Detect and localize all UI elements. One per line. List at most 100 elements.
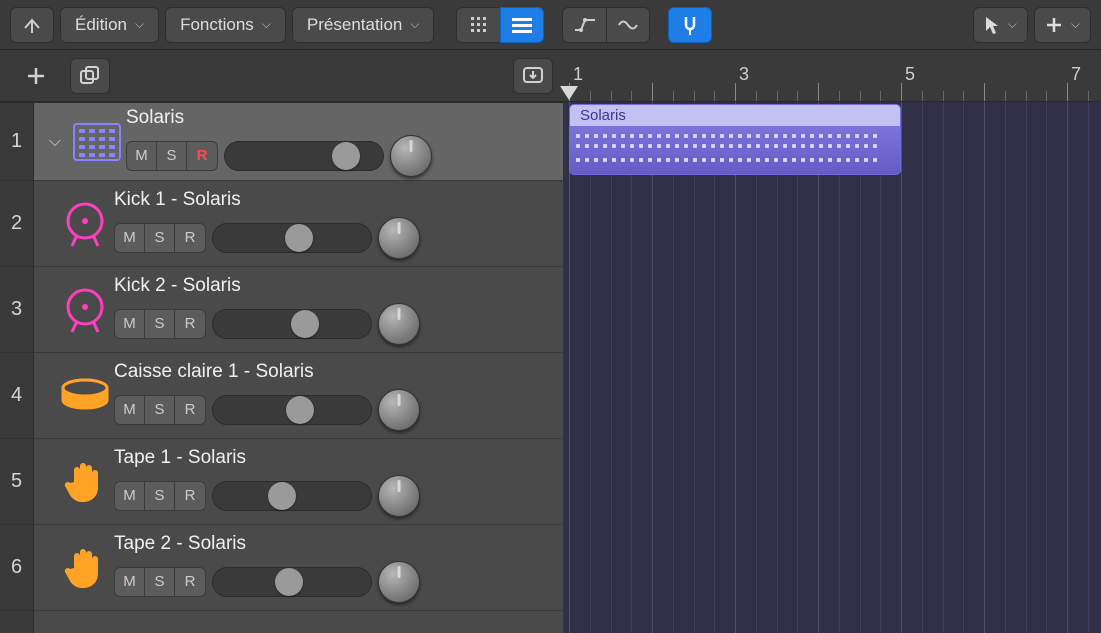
sub-track-header[interactable]: Kick 2 - Solaris M S R (34, 267, 563, 353)
import-button[interactable] (513, 58, 553, 94)
mute-button[interactable]: M (127, 142, 157, 170)
sub-track-header[interactable]: Caisse claire 1 - Solaris M S R (34, 353, 563, 439)
track-name: Tape 1 - Solaris (114, 447, 553, 469)
main-area: 123456 ⌵ Solaris M S R Kick 1 - Solaris … (0, 50, 1101, 633)
mute-button[interactable]: M (115, 224, 145, 252)
msr-group: M S R (114, 395, 206, 425)
pointer-tool-menu[interactable]: ⌵ (973, 7, 1028, 43)
track-number-column: 123456 (0, 103, 34, 633)
duplicate-icon (79, 66, 101, 86)
track-name: Tape 2 - Solaris (114, 533, 553, 555)
pan-knob[interactable] (378, 561, 420, 603)
pan-knob[interactable] (378, 217, 420, 259)
secondary-tool-menu[interactable]: ⌵ (1034, 7, 1091, 43)
chevron-down-icon: ⌵ (262, 17, 271, 32)
track-number[interactable]: 3 (0, 267, 33, 353)
solo-button[interactable]: S (145, 568, 175, 596)
snap-button[interactable] (668, 7, 712, 43)
solo-button[interactable]: S (145, 482, 175, 510)
volume-slider[interactable] (212, 309, 372, 339)
grid-view-button[interactable] (456, 7, 500, 43)
track-name: Kick 2 - Solaris (114, 275, 553, 297)
sub-track-header[interactable]: Tape 2 - Solaris M S R (34, 525, 563, 611)
pan-knob[interactable] (378, 389, 420, 431)
functions-menu-label: Fonctions (180, 15, 254, 35)
track-controls: M S R (126, 135, 553, 177)
edit-menu-label: Édition (75, 15, 127, 35)
playhead[interactable] (560, 86, 578, 100)
plus-icon (25, 65, 47, 87)
volume-slider[interactable] (224, 141, 384, 171)
master-track-header[interactable]: ⌵ Solaris M S R (34, 103, 563, 181)
automation-button[interactable] (562, 7, 606, 43)
pan-knob[interactable] (390, 135, 432, 177)
sub-track-header[interactable]: Tape 1 - Solaris M S R (34, 439, 563, 525)
list-view-button[interactable] (500, 7, 544, 43)
import-icon (522, 66, 544, 86)
nav-up-icon (22, 15, 42, 35)
presentation-menu[interactable]: Présentation⌵ (292, 7, 435, 43)
add-track-button[interactable] (16, 58, 56, 94)
track-info: Tape 1 - Solaris M S R (114, 447, 553, 517)
track-name: Solaris (126, 107, 553, 129)
record-button[interactable]: R (187, 142, 217, 170)
grid-icon (470, 16, 488, 34)
volume-slider[interactable] (212, 567, 372, 597)
arrange-area[interactable]: 1357 Solaris (563, 50, 1101, 633)
msr-group: M S R (114, 309, 206, 339)
ruler-bar-number: 5 (905, 64, 915, 85)
record-button[interactable]: R (175, 310, 205, 338)
record-button[interactable]: R (175, 396, 205, 424)
disclosure-triangle[interactable]: ⌵ (42, 133, 68, 151)
track-number[interactable]: 2 (0, 181, 33, 267)
pan-knob[interactable] (378, 475, 420, 517)
midi-region[interactable]: Solaris (569, 104, 901, 175)
solo-button[interactable]: S (145, 396, 175, 424)
ruler-bar-number: 7 (1071, 64, 1081, 85)
edit-menu[interactable]: Édition⌵ (60, 7, 159, 43)
sub-track-header[interactable]: Kick 1 - Solaris M S R (34, 181, 563, 267)
volume-slider[interactable] (212, 481, 372, 511)
pointer-icon (984, 15, 1000, 35)
track-number[interactable]: 4 (0, 353, 33, 439)
solo-button[interactable]: S (145, 224, 175, 252)
flex-icon (617, 16, 639, 34)
functions-menu[interactable]: Fonctions ⌵ (165, 7, 286, 43)
mute-button[interactable]: M (115, 568, 145, 596)
track-info: Kick 1 - Solaris M S R (114, 189, 553, 259)
record-button[interactable]: R (175, 224, 205, 252)
duplicate-track-button[interactable] (70, 58, 110, 94)
chevron-down-icon: ⌵ (410, 17, 419, 32)
nav-back-button[interactable] (10, 7, 54, 43)
region-body (570, 126, 900, 174)
volume-slider[interactable] (212, 223, 372, 253)
timeline-ruler[interactable]: 1357 (563, 50, 1101, 102)
mute-button[interactable]: M (115, 482, 145, 510)
track-name: Kick 1 - Solaris (114, 189, 553, 211)
flex-button[interactable] (606, 7, 650, 43)
track-number[interactable]: 1 (0, 103, 33, 181)
solo-button[interactable]: S (157, 142, 187, 170)
track-number[interactable]: 5 (0, 439, 33, 525)
track-number[interactable]: 6 (0, 525, 33, 611)
arrange-grid[interactable]: Solaris (563, 102, 1101, 633)
volume-slider[interactable] (212, 395, 372, 425)
track-icon (56, 539, 114, 597)
track-icon (56, 195, 114, 253)
plus-icon (1045, 16, 1063, 34)
record-button[interactable]: R (175, 568, 205, 596)
mute-button[interactable]: M (115, 396, 145, 424)
track-name: Caisse claire 1 - Solaris (114, 361, 553, 383)
snap-icon (681, 15, 699, 35)
chevron-down-icon: ⌵ (1008, 17, 1017, 32)
mute-button[interactable]: M (115, 310, 145, 338)
pan-knob[interactable] (378, 303, 420, 345)
main-toolbar: Édition⌵ Fonctions⌵ Présentation⌵ ⌵ ⌵ (0, 0, 1101, 50)
msr-group: M S R (126, 141, 218, 171)
track-controls: M S R (114, 217, 553, 259)
record-button[interactable]: R (175, 482, 205, 510)
track-info: Caisse claire 1 - Solaris M S R (114, 361, 553, 431)
track-icon (68, 113, 126, 171)
track-icon (56, 367, 114, 425)
solo-button[interactable]: S (145, 310, 175, 338)
